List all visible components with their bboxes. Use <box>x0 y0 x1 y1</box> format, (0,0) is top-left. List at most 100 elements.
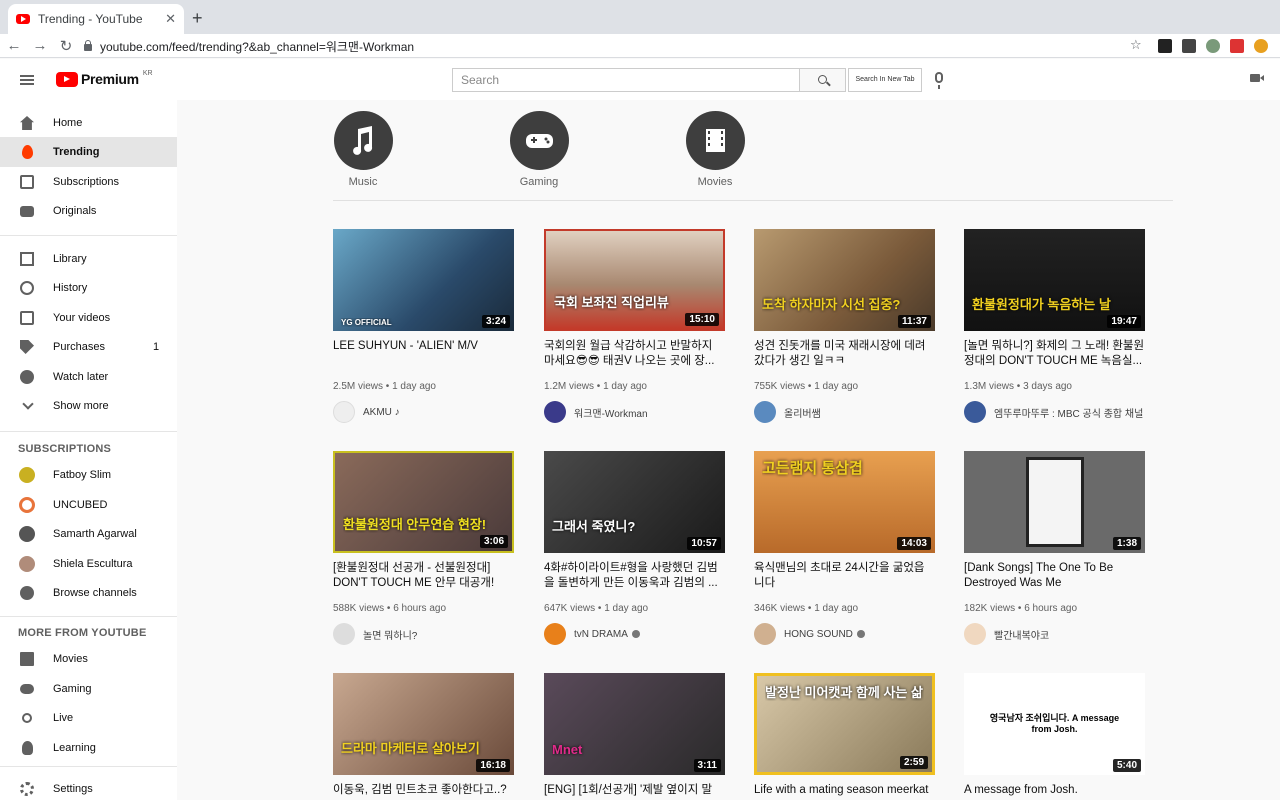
trending-main: Music Gaming Movies YG OFFICIAL 3:24 LEE… <box>177 100 1280 800</box>
video-title[interactable]: 이동욱, 김범 민트초코 좋아한다고..? <box>333 783 514 800</box>
video-thumbnail[interactable]: Mnet 3:11 <box>544 673 725 775</box>
sidebar-divider <box>0 431 177 432</box>
channel-row[interactable]: tvN DRAMA <box>544 623 725 645</box>
channel-row[interactable]: 놀면 뭐하니? <box>333 623 514 645</box>
video-thumbnail[interactable]: 고든램지 통삼겹 14:03 <box>754 451 935 553</box>
video-title[interactable]: 육식맨님의 초대로 24시간을 굶었읍니다 <box>754 561 935 591</box>
video-duration: 5:40 <box>1112 759 1141 772</box>
sidebar-sub-uncubed[interactable]: UNCUBED <box>0 490 177 520</box>
sidebar-item-subscriptions[interactable]: Subscriptions <box>0 167 177 197</box>
reload-button[interactable]: ↻ <box>54 37 78 55</box>
category-music[interactable]: Music <box>323 111 403 188</box>
sidebar-item-library[interactable]: Library <box>0 244 177 274</box>
channel-row[interactable]: 엠뚜루마뚜루 : MBC 공식 종합 채널 <box>964 401 1145 423</box>
video-thumbnail[interactable]: 그래서 죽였니? 10:57 <box>544 451 725 553</box>
video-title[interactable]: Life with a mating season meerkat <box>754 783 935 800</box>
video-title[interactable]: A message from Josh. <box>964 783 1145 800</box>
avatar <box>964 623 986 645</box>
video-duration: 10:57 <box>687 537 721 550</box>
forward-button[interactable]: → <box>28 37 52 54</box>
video-card[interactable]: 1:38 [Dank Songs] The One To Be Destroye… <box>964 451 1145 645</box>
extension-icon[interactable] <box>1230 39 1244 53</box>
sidebar-sub-samarth-agarwal[interactable]: Samarth Agarwal <box>0 519 177 549</box>
avatar <box>964 401 986 423</box>
video-title[interactable]: [Dank Songs] The One To Be Destroyed Was… <box>964 561 1145 591</box>
channel-row[interactable]: 올리버쌤 <box>754 401 935 423</box>
extension-icon[interactable] <box>1158 39 1172 53</box>
search-icon <box>818 75 827 84</box>
video-card[interactable]: 그래서 죽였니? 10:57 4화#하이라이트#형을 사랑했던 김범을 돌변하게… <box>544 451 725 645</box>
channel-row[interactable]: 워크맨-Workman <box>544 401 725 423</box>
video-card[interactable]: 드라마 마케터로 살아보기 16:18 이동욱, 김범 민트초코 좋아한다고..… <box>333 673 514 800</box>
search-input[interactable]: Search <box>452 68 800 92</box>
video-title[interactable]: [환불원정대 선공개 - 선불원정대] DON'T TOUCH ME 안무 대공… <box>333 561 514 591</box>
more-from-youtube-heading: MORE FROM YOUTUBE <box>18 627 147 639</box>
sidebar-item-watch-later[interactable]: Watch later <box>0 362 177 392</box>
sidebar-item-settings[interactable]: Settings <box>0 774 177 800</box>
video-thumbnail[interactable]: 1:38 <box>964 451 1145 553</box>
extension-icon[interactable] <box>1182 39 1196 53</box>
sidebar-item-history[interactable]: History <box>0 273 177 303</box>
sidebar-item-home[interactable]: Home <box>0 108 177 138</box>
create-video-icon[interactable] <box>1250 74 1264 82</box>
video-thumbnail[interactable]: 국회 보좌진 직업리뷰 15:10 <box>544 229 725 331</box>
extension-icon[interactable] <box>1206 39 1220 53</box>
menu-icon[interactable] <box>20 75 34 85</box>
video-title[interactable]: 국회의원 월급 삭감하시고 반말하지 마세요😎😎 태권V 나오는 곳에 장... <box>544 339 725 369</box>
browser-tab[interactable]: Trending - YouTube ✕ <box>8 4 184 34</box>
video-thumbnail[interactable]: YG OFFICIAL 3:24 <box>333 229 514 331</box>
close-tab-icon[interactable]: ✕ <box>165 11 176 27</box>
sidebar-item-show-more[interactable]: Show more <box>0 391 177 421</box>
video-card[interactable]: Mnet 3:11 [ENG] [1회/선공개] '제발 옆이지 말 <box>544 673 725 800</box>
channel-row[interactable]: HONG SOUND <box>754 623 935 645</box>
youtube-play-icon <box>56 71 78 87</box>
video-thumbnail[interactable]: 환불원정대가 녹음하는 날 19:47 <box>964 229 1145 331</box>
video-thumbnail[interactable]: 도착 하자마자 시선 집중? 11:37 <box>754 229 935 331</box>
channel-row[interactable]: AKMU ♪ <box>333 401 514 423</box>
video-card[interactable]: YG OFFICIAL 3:24 LEE SUHYUN - 'ALIEN' M/… <box>333 229 514 423</box>
video-card[interactable]: 고든램지 통삼겹 14:03 육식맨님의 초대로 24시간을 굶었읍니다 346… <box>754 451 935 645</box>
bookmark-star-icon[interactable]: ☆ <box>1130 37 1142 53</box>
sidebar-item-your-videos[interactable]: Your videos <box>0 303 177 333</box>
video-thumbnail[interactable]: 발정난 미어캣과 함께 사는 삶 2:59 <box>754 673 935 775</box>
video-card[interactable]: 국회 보좌진 직업리뷰 15:10 국회의원 월급 삭감하시고 반말하지 마세요… <box>544 229 725 423</box>
video-thumbnail[interactable]: 환불원정대 안무연습 현장! 3:06 <box>333 451 514 553</box>
video-card[interactable]: 도착 하자마자 시선 집중? 11:37 성견 진돗개를 미국 재래시장에 데려… <box>754 229 935 423</box>
video-thumbnail[interactable]: 드라마 마케터로 살아보기 16:18 <box>333 673 514 775</box>
video-card[interactable]: 영국남자 조쉬입니다. A message from Josh. 5:40 A … <box>964 673 1145 800</box>
video-title[interactable]: [놀면 뭐하니?] 화제의 그 노래! 환불원정대의 DON'T TOUCH M… <box>964 339 1145 369</box>
channel-row[interactable]: 빨간내복야코 <box>964 623 1145 645</box>
video-title[interactable]: 성견 진돗개를 미국 재래시장에 데려갔다가 생긴 일ㅋㅋ <box>754 339 935 369</box>
microphone-icon[interactable] <box>935 72 943 89</box>
video-thumbnail[interactable]: 영국남자 조쉬입니다. A message from Josh. 5:40 <box>964 673 1145 775</box>
sidebar-browse-channels[interactable]: Browse channels <box>0 578 177 608</box>
back-button[interactable]: ← <box>2 37 26 54</box>
sidebar-item-learning[interactable]: Learning <box>0 733 177 763</box>
sidebar-item-originals[interactable]: Originals <box>0 196 177 226</box>
sidebar-item-live[interactable]: Live <box>0 703 177 733</box>
address-bar[interactable]: youtube.com/feed/trending?&ab_channel=워크… <box>84 36 1154 56</box>
video-card[interactable]: 발정난 미어캣과 함께 사는 삶 2:59 Life with a mating… <box>754 673 935 800</box>
youtube-logo[interactable]: Premium KR <box>56 70 153 87</box>
sidebar-sub-fatboy-slim[interactable]: Fatboy Slim <box>0 460 177 490</box>
video-duration: 15:10 <box>685 313 719 326</box>
sidebar-item-gaming[interactable]: Gaming <box>0 674 177 704</box>
sidebar-item-purchases[interactable]: Purchases 1 <box>0 332 177 362</box>
search-new-tab-button[interactable]: Search In New Tab <box>848 68 922 92</box>
url-text: youtube.com/feed/trending?&ab_channel=워크… <box>100 39 415 54</box>
video-title[interactable]: [ENG] [1회/선공개] '제발 옆이지 말 <box>544 783 725 800</box>
sidebar-item-trending[interactable]: Trending <box>0 137 177 167</box>
category-movies[interactable]: Movies <box>675 111 755 188</box>
sidebar-item-movies[interactable]: Movies <box>0 644 177 674</box>
video-card[interactable]: 환불원정대가 녹음하는 날 19:47 [놀면 뭐하니?] 화제의 그 노래! … <box>964 229 1145 423</box>
category-gaming[interactable]: Gaming <box>499 111 579 188</box>
movies-icon <box>20 652 34 666</box>
new-tab-button[interactable]: + <box>192 9 203 27</box>
video-card[interactable]: 환불원정대 안무연습 현장! 3:06 [환불원정대 선공개 - 선불원정대] … <box>333 451 514 645</box>
video-title[interactable]: LEE SUHYUN - 'ALIEN' M/V <box>333 339 514 369</box>
extension-icon[interactable] <box>1254 39 1268 53</box>
lock-icon <box>84 39 92 51</box>
sidebar-sub-shiela-escultura[interactable]: Shiela Escultura <box>0 549 177 579</box>
search-button[interactable] <box>800 68 846 92</box>
video-title[interactable]: 4화#하이라이트#형을 사랑했던 김범을 돌변하게 만든 이동욱과 김범의 ..… <box>544 561 725 591</box>
